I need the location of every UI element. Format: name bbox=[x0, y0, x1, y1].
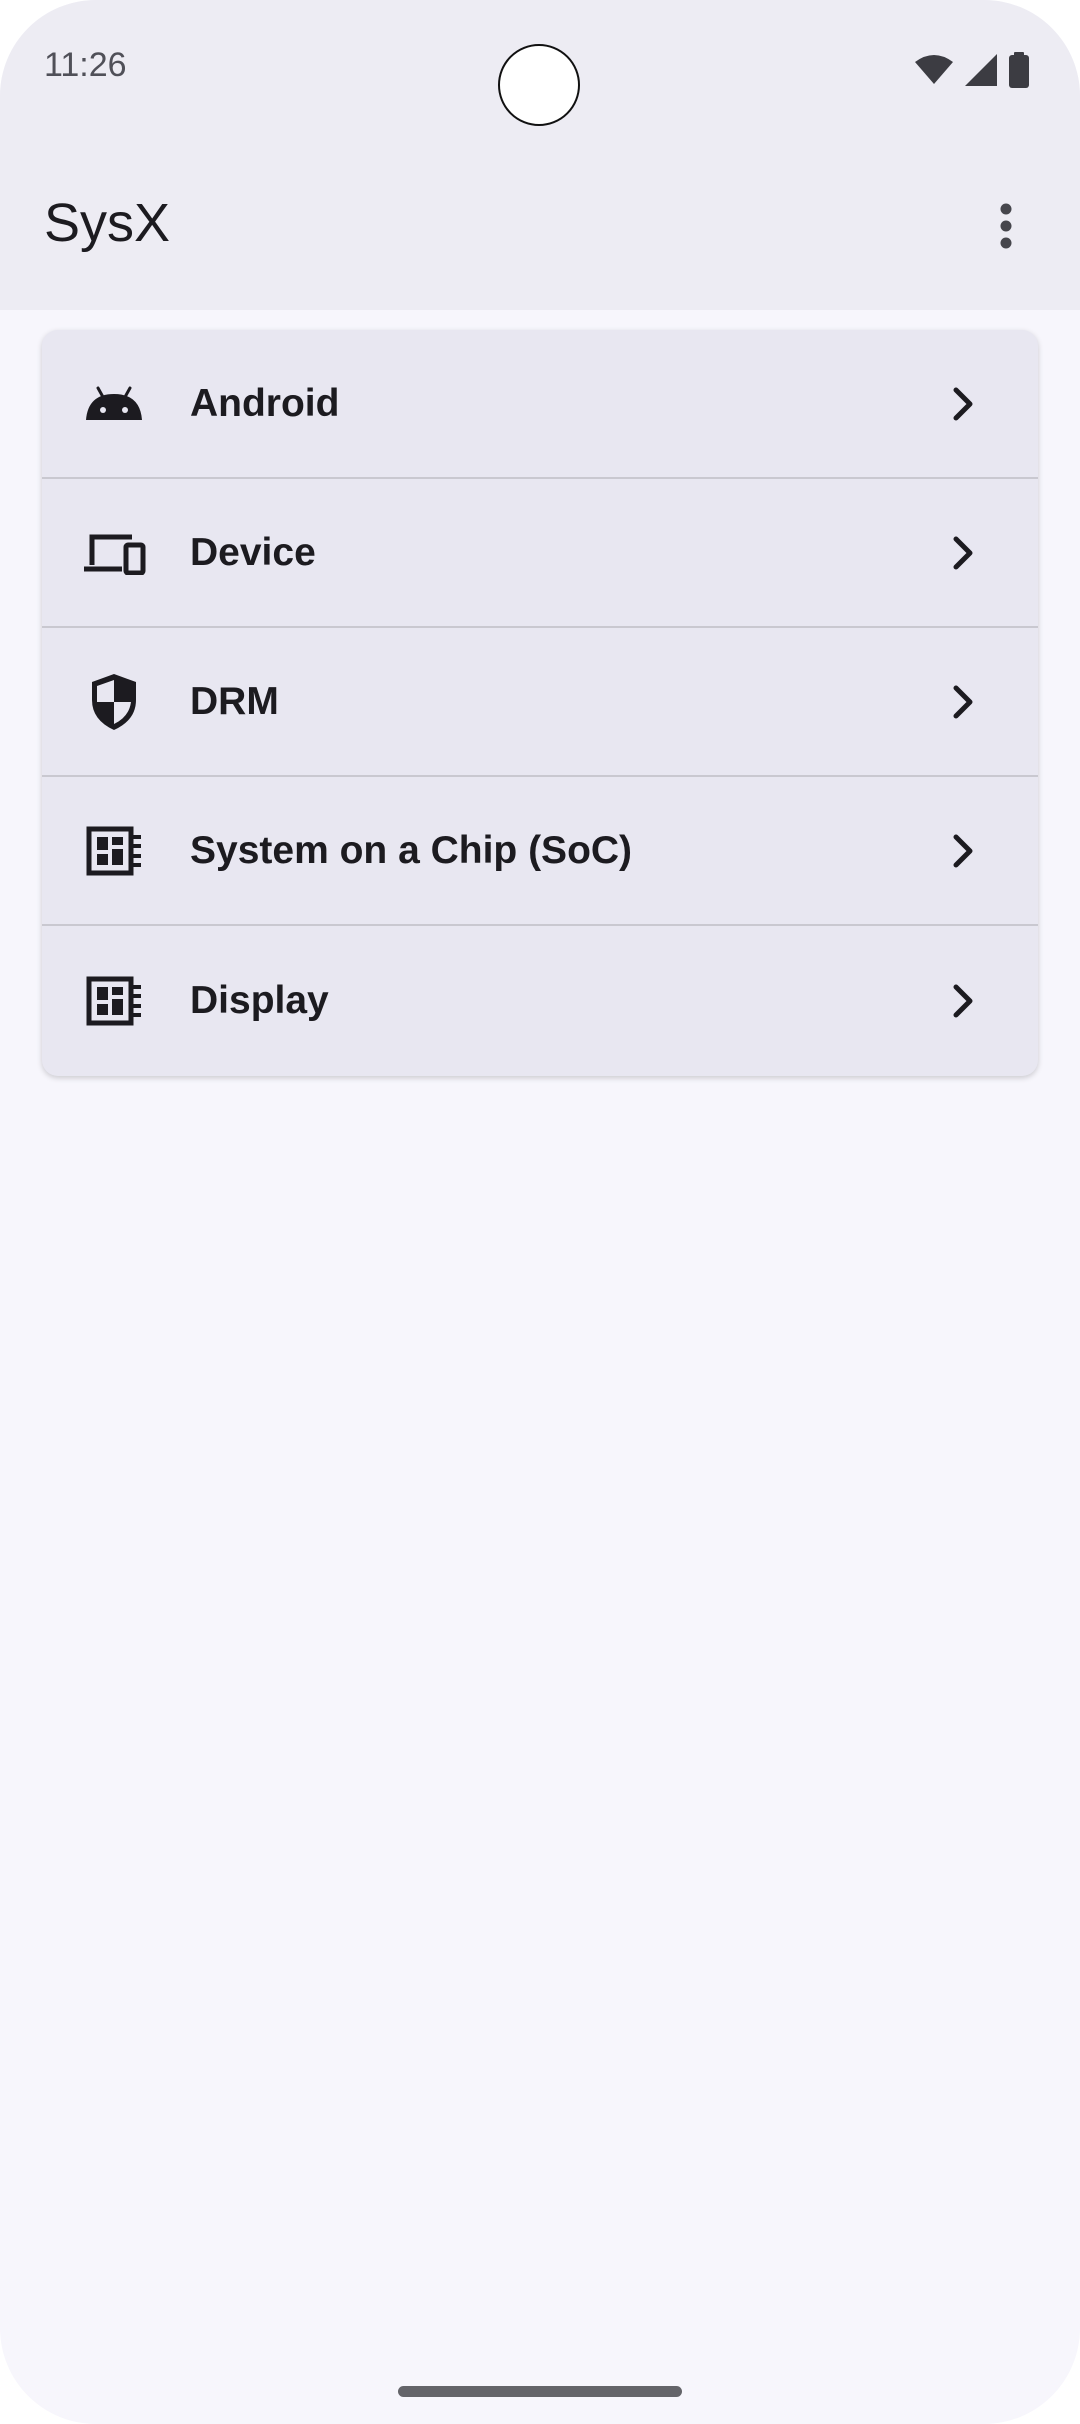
chevron-right-icon bbox=[953, 387, 973, 420]
menu-item-label: DRM bbox=[190, 679, 279, 723]
more-vert-icon bbox=[1000, 203, 1012, 249]
menu-item-device[interactable]: Device bbox=[42, 479, 1038, 628]
top-app-bar: 11:26 SysX bbox=[0, 0, 1080, 310]
menu-card: Android Device DRM System on a Chip (SoC… bbox=[42, 330, 1038, 1076]
devices-icon bbox=[82, 521, 146, 585]
overflow-menu-button[interactable] bbox=[976, 196, 1036, 256]
menu-item-drm[interactable]: DRM bbox=[42, 628, 1038, 777]
status-icons bbox=[914, 52, 1030, 88]
app-title: SysX bbox=[44, 193, 171, 253]
menu-item-display[interactable]: Display bbox=[42, 926, 1038, 1075]
android-icon bbox=[82, 372, 146, 436]
chip-icon bbox=[82, 819, 146, 883]
gesture-home-bar[interactable] bbox=[398, 2386, 682, 2397]
chevron-right-icon bbox=[953, 984, 973, 1017]
menu-item-label: Android bbox=[190, 381, 340, 425]
menu-item-soc[interactable]: System on a Chip (SoC) bbox=[42, 777, 1038, 926]
chip-icon bbox=[82, 969, 146, 1033]
chevron-right-icon bbox=[953, 685, 973, 718]
status-time: 11:26 bbox=[44, 46, 127, 84]
menu-item-label: Display bbox=[190, 978, 329, 1022]
menu-item-label: Device bbox=[190, 530, 316, 574]
signal-icon bbox=[965, 54, 997, 86]
menu-item-android[interactable]: Android bbox=[42, 330, 1038, 479]
phone-screen: 11:26 SysX Android Device DRM System on … bbox=[0, 0, 1080, 2424]
chevron-right-icon bbox=[953, 536, 973, 569]
chevron-right-icon bbox=[953, 834, 973, 867]
menu-item-label: System on a Chip (SoC) bbox=[190, 828, 633, 872]
shield-icon bbox=[82, 670, 146, 734]
camera-cutout bbox=[498, 44, 580, 126]
wifi-icon bbox=[915, 55, 953, 84]
battery-icon bbox=[1009, 52, 1029, 88]
